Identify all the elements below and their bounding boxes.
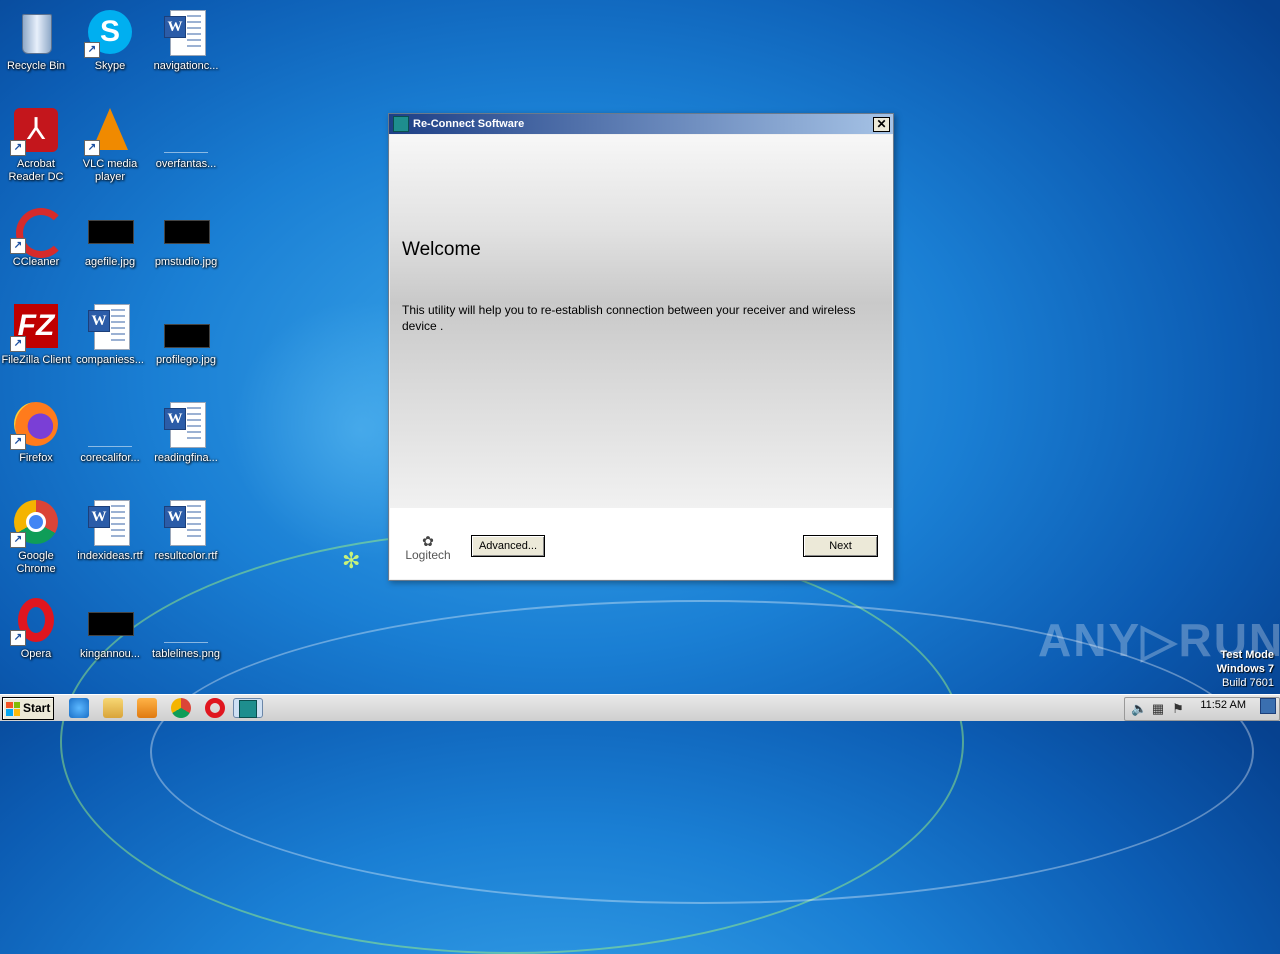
chrome-taskbar-icon[interactable] [171,698,191,718]
desktop-icon-companiess[interactable]: W companiess... [72,298,148,388]
firefox-icon: ↗ [10,400,60,450]
desktop-icon-recycle-bin[interactable]: Recycle Bin [0,4,74,94]
opera-taskbar-icon[interactable] [205,698,225,718]
opera-icon: ↗ [10,596,60,646]
shortcut-arrow-icon: ↗ [84,140,100,156]
reconnect-app-icon [239,700,257,718]
word-document-icon: W [162,400,210,448]
advanced-button[interactable]: Advanced... [471,535,545,557]
start-label: Start [23,701,51,715]
shortcut-arrow-icon: ↗ [10,140,26,156]
shortcut-arrow-icon: ↗ [10,630,26,646]
logitech-logo-text: Logitech [405,548,451,562]
word-document-icon: W [86,302,134,350]
volume-icon[interactable]: 🔈 [1131,702,1147,716]
desktop-icon-firefox[interactable]: ↗ Firefox [0,396,74,486]
dialog-title: Re-Connect Software [413,118,525,130]
clock[interactable]: 11:52 AM [1200,699,1246,711]
shortcut-arrow-icon: ↗ [10,532,26,548]
dialog-titlebar[interactable]: Re-Connect Software [389,114,893,134]
dialog-footer: ✿ Logitech Advanced... Next [390,508,892,579]
desktop-icon-pmstudio[interactable]: pmstudio.jpg [148,200,224,290]
test-mode-notice: Test Mode Windows 7 Build 7601 [1217,648,1274,690]
action-center-flag-icon[interactable]: ⚑ [1171,702,1185,716]
logitech-logo: ✿ Logitech [400,534,456,562]
filezilla-icon: FZ ↗ [10,302,60,352]
image-file-icon [162,596,210,644]
desktop-icon-opera[interactable]: ↗ Opera [0,592,74,682]
desktop-icon-readingfina[interactable]: W readingfina... [148,396,224,486]
windows-flag-icon [6,701,20,716]
image-file-icon [86,204,134,252]
desktop-icon-tablelines[interactable]: tablelines.png [148,592,224,682]
image-file-icon [162,106,210,154]
shortcut-arrow-icon: ↗ [10,434,26,450]
shortcut-arrow-icon: ↗ [10,238,26,254]
desktop-icon-vlc[interactable]: ↗ VLC media player [72,102,148,192]
skype-icon: S ↗ [84,8,134,58]
media-player-icon[interactable] [137,698,157,718]
test-mode-line: Test Mode [1220,649,1274,661]
word-document-icon: W [162,8,210,56]
image-file-icon [162,204,210,252]
logitech-mark-icon: ✿ [422,533,434,549]
welcome-description: This utility will help you to re-establi… [402,303,856,333]
file-explorer-icon[interactable] [103,698,123,718]
desktop-icon-filezilla[interactable]: FZ ↗ FileZilla Client [0,298,74,388]
desktop-icon-corecalifor[interactable]: corecalifor... [72,396,148,486]
reconnect-dialog: Re-Connect Software ✕ Welcome This utili… [388,113,894,581]
chrome-icon: ↗ [10,498,60,548]
word-document-icon: W [86,498,134,546]
image-file-icon [162,302,210,350]
word-document-icon: W [162,498,210,546]
ccleaner-icon: ↗ [10,204,66,258]
image-file-icon [86,400,134,448]
desktop-icon-agefile[interactable]: agefile.jpg [72,200,148,290]
build-line: Build 7601 [1222,677,1274,689]
desktop-icon-chrome[interactable]: ↗ Google Chrome [0,494,74,584]
desktop-icon-acrobat[interactable]: ⅄ ↗ Acrobat Reader DC [0,102,74,192]
show-desktop-button[interactable] [1260,698,1276,714]
desktop-icon-skype[interactable]: S ↗ Skype [72,4,148,94]
start-button[interactable]: Start [2,697,54,720]
desktop-icon-kingannou[interactable]: kingannou... [72,592,148,682]
image-file-icon [86,596,134,644]
taskbar: Start 🔈 ▦ ⚑ 11:52 AM [0,694,1280,721]
shortcut-arrow-icon: ↗ [84,42,100,58]
desktop-icon-navigationc[interactable]: W navigationc... [148,4,224,94]
app-icon [393,116,409,132]
acrobat-icon: ⅄ ↗ [10,106,60,156]
os-name-line: Windows 7 [1216,663,1274,675]
desktop-icon-profilego[interactable]: profilego.jpg [148,298,224,388]
shortcut-arrow-icon: ↗ [10,336,26,352]
internet-explorer-icon[interactable] [69,698,89,718]
dialog-content: Welcome This utility will help you to re… [390,135,892,508]
desktop-icon-resultcolor[interactable]: W resultcolor.rtf [148,494,224,584]
network-icon[interactable]: ▦ [1151,702,1165,716]
recycle-bin-icon [12,8,60,56]
vlc-icon: ↗ [84,106,134,156]
desktop-icon-indexideas[interactable]: W indexideas.rtf [72,494,148,584]
next-button[interactable]: Next [803,535,878,557]
reconnect-taskbar-button[interactable] [233,698,263,718]
close-button[interactable]: ✕ [873,117,890,132]
welcome-heading: Welcome [402,239,481,260]
desktop-icon-overfantas[interactable]: overfantas... [148,102,224,192]
desktop-leaf: ✻ [342,548,361,573]
desktop-icon-ccleaner[interactable]: ↗ CCleaner [0,200,74,290]
